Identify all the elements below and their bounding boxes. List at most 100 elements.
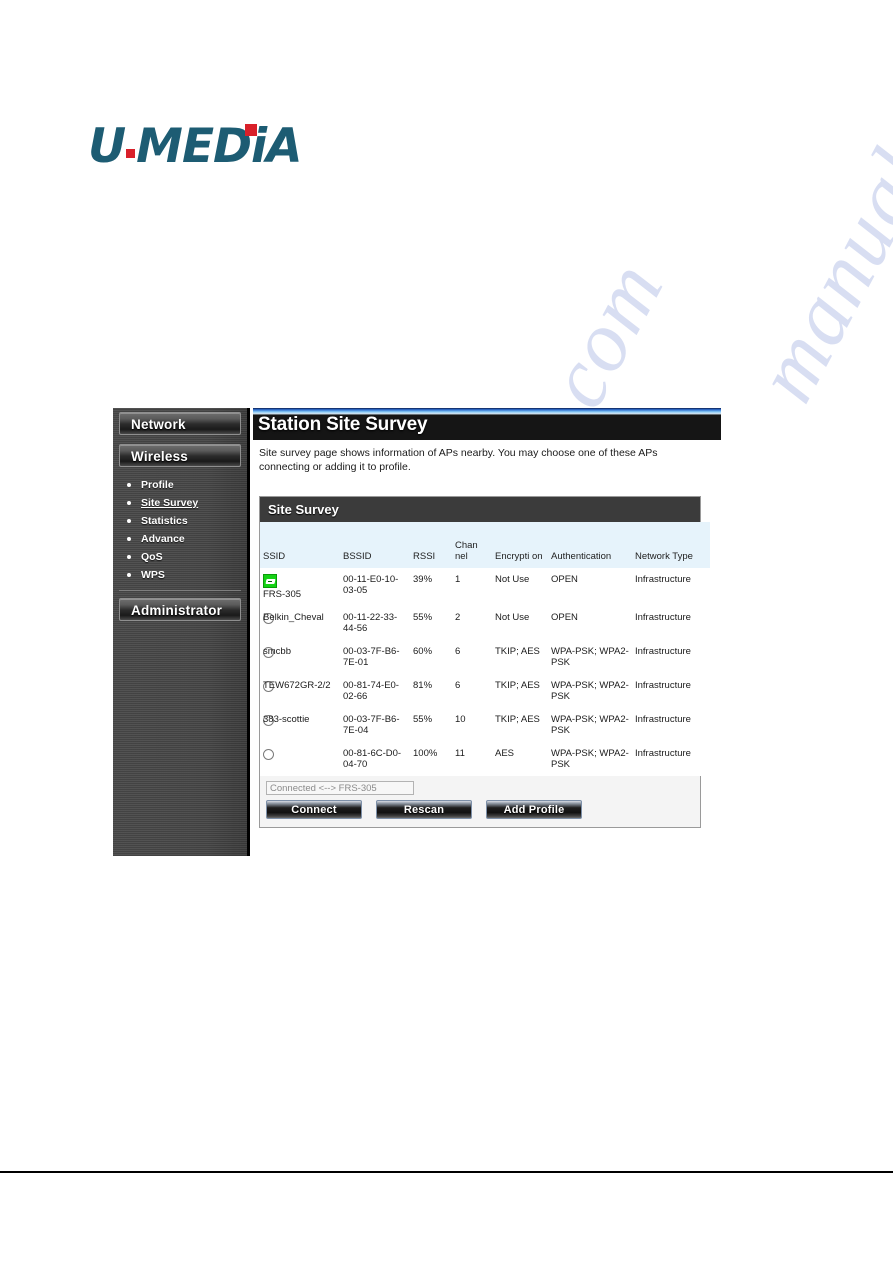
content-area: Station Site Survey Site survey page sho… bbox=[253, 408, 721, 856]
sidebar-item-profile[interactable]: Profile bbox=[119, 476, 241, 494]
bullet-icon bbox=[127, 555, 131, 559]
cell-network-type: Infrastructure bbox=[632, 606, 710, 640]
bullet-icon bbox=[127, 501, 131, 505]
column-channel: Chan nel bbox=[452, 522, 492, 568]
cell-bssid: 00-11-E0-10-03-05 bbox=[340, 568, 410, 606]
cell-bssid: 00-11-22-33-44-56 bbox=[340, 606, 410, 640]
panel-body: SSID BSSID RSSI Chan nel Encrypti on Aut… bbox=[260, 522, 710, 827]
sidebar-item-network[interactable]: Network bbox=[119, 412, 241, 435]
cell-rssi: 100% bbox=[410, 742, 452, 776]
logo-text-media: MEDiA bbox=[136, 119, 302, 174]
bullet-icon bbox=[127, 573, 131, 577]
column-encryption: Encrypti on bbox=[492, 522, 548, 568]
cell-channel: 11 bbox=[452, 742, 492, 776]
cell-rssi: 81% bbox=[410, 674, 452, 708]
status-row: Connected <--> FRS-305 bbox=[260, 776, 700, 795]
bullet-icon bbox=[127, 519, 131, 523]
cell-channel: 6 bbox=[452, 640, 492, 674]
add-profile-button[interactable]: Add Profile bbox=[486, 800, 582, 819]
watermark-text: manualshive.com bbox=[736, 0, 893, 417]
connection-status-field: Connected <--> FRS-305 bbox=[266, 781, 414, 795]
sidebar-item-administrator[interactable]: Administrator bbox=[119, 598, 241, 621]
table-row[interactable]: TEW672GR-2/2 00-81-74-E0-02-66 81% 6 TKI… bbox=[260, 674, 710, 708]
cell-authentication: OPEN bbox=[548, 606, 632, 640]
cell-encryption: AES bbox=[492, 742, 548, 776]
cell-channel: 6 bbox=[452, 674, 492, 708]
cell-encryption: TKIP; AES bbox=[492, 674, 548, 708]
cell-authentication: WPA-PSK; WPA2-PSK bbox=[548, 708, 632, 742]
page-description: Site survey page shows information of AP… bbox=[259, 447, 658, 473]
cell-network-type: Infrastructure bbox=[632, 674, 710, 708]
sidebar-item-label: WPS bbox=[141, 569, 165, 581]
ap-radio-button[interactable] bbox=[263, 749, 274, 760]
table-header: SSID BSSID RSSI Chan nel Encrypti on Aut… bbox=[260, 522, 710, 568]
cell-network-type: Infrastructure bbox=[632, 742, 710, 776]
cell-encryption: TKIP; AES bbox=[492, 640, 548, 674]
cell-network-type: Infrastructure bbox=[632, 708, 710, 742]
logo-i-dot-icon bbox=[245, 124, 257, 136]
cell-encryption: Not Use bbox=[492, 568, 548, 606]
cell-network-type: Infrastructure bbox=[632, 568, 710, 606]
sidebar-item-statistics[interactable]: Statistics bbox=[119, 512, 241, 530]
rescan-button[interactable]: Rescan bbox=[376, 800, 472, 819]
footer-divider bbox=[0, 1171, 893, 1173]
column-ssid: SSID bbox=[260, 522, 340, 568]
connect-button[interactable]: Connect bbox=[266, 800, 362, 819]
cell-network-type: Infrastructure bbox=[632, 640, 710, 674]
column-network-type: Network Type bbox=[632, 522, 710, 568]
cell-encryption: Not Use bbox=[492, 606, 548, 640]
cell-authentication: WPA-PSK; WPA2-PSK bbox=[548, 742, 632, 776]
connected-ap-icon bbox=[263, 574, 277, 588]
cell-bssid: 00-81-74-E0-02-66 bbox=[340, 674, 410, 708]
site-survey-panel: Site Survey SSID BSSID RSSI Chan nel Enc… bbox=[259, 496, 710, 828]
sidebar-item-wps[interactable]: WPS bbox=[119, 566, 241, 584]
cell-authentication: WPA-PSK; WPA2-PSK bbox=[548, 674, 632, 708]
cell-channel: 2 bbox=[452, 606, 492, 640]
cell-bssid: 00-03-7F-B6-7E-01 bbox=[340, 640, 410, 674]
sidebar-item-qos[interactable]: QoS bbox=[119, 548, 241, 566]
table-row[interactable]: 383-scottie 00-03-7F-B6-7E-04 55% 10 TKI… bbox=[260, 708, 710, 742]
cell-authentication: OPEN bbox=[548, 568, 632, 606]
sidebar-item-label: Advance bbox=[141, 533, 185, 545]
cell-rssi: 55% bbox=[410, 606, 452, 640]
cell-ssid: FRS-305 bbox=[260, 568, 340, 606]
cell-bssid: 00-03-7F-B6-7E-04 bbox=[340, 708, 410, 742]
page-title-bar: Station Site Survey bbox=[253, 408, 721, 440]
logo-dot-icon bbox=[126, 149, 136, 158]
sidebar-item-label: Administrator bbox=[131, 603, 223, 618]
table-row[interactable]: smcbb 00-03-7F-B6-7E-01 60% 6 TKIP; AES … bbox=[260, 640, 710, 674]
sidebar-item-label: Network bbox=[131, 417, 186, 432]
cell-rssi: 55% bbox=[410, 708, 452, 742]
panel-title: Site Survey bbox=[260, 497, 700, 522]
cell-authentication: WPA-PSK; WPA2-PSK bbox=[548, 640, 632, 674]
cell-channel: 10 bbox=[452, 708, 492, 742]
column-bssid: BSSID bbox=[340, 522, 410, 568]
action-button-row: Connect Rescan Add Profile bbox=[260, 795, 700, 827]
logo-wordmark: U MEDiA bbox=[88, 118, 303, 176]
cell-ssid: Belkin_Cheval bbox=[260, 606, 340, 640]
router-web-ui: Network Wireless Profile Site Survey Sta… bbox=[113, 408, 721, 856]
table-row[interactable]: FRS-305 00-11-E0-10-03-05 39% 1 Not Use … bbox=[260, 568, 710, 606]
wireless-submenu: Profile Site Survey Statistics Advance Q… bbox=[119, 472, 241, 591]
cell-ssid: 383-scottie bbox=[260, 708, 340, 742]
sidebar-item-label: Site Survey bbox=[141, 497, 199, 509]
cell-rssi: 39% bbox=[410, 568, 452, 606]
logo-text-u: U bbox=[88, 119, 126, 174]
cell-encryption: TKIP; AES bbox=[492, 708, 548, 742]
cell-rssi: 60% bbox=[410, 640, 452, 674]
sidebar-item-label: Statistics bbox=[141, 515, 188, 527]
sidebar-item-wireless[interactable]: Wireless bbox=[119, 444, 241, 467]
table-body: FRS-305 00-11-E0-10-03-05 39% 1 Not Use … bbox=[260, 568, 710, 776]
sidebar-item-site-survey[interactable]: Site Survey bbox=[119, 494, 241, 512]
page-title: Station Site Survey bbox=[258, 414, 428, 435]
column-authentication: Authentication bbox=[548, 522, 632, 568]
sidebar-item-advance[interactable]: Advance bbox=[119, 530, 241, 548]
cell-ssid-label: FRS-305 bbox=[263, 589, 302, 600]
table-row[interactable]: 00-81-6C-D0-04-70 100% 11 AES WPA-PSK; W… bbox=[260, 742, 710, 776]
cell-ssid: TEW672GR-2/2 bbox=[260, 674, 340, 708]
umedia-logo: U MEDiA bbox=[88, 118, 303, 176]
table-row[interactable]: Belkin_Cheval 00-11-22-33-44-56 55% 2 No… bbox=[260, 606, 710, 640]
table-header-row: SSID BSSID RSSI Chan nel Encrypti on Aut… bbox=[260, 522, 710, 568]
bullet-icon bbox=[127, 537, 131, 541]
cell-ssid bbox=[260, 742, 340, 776]
